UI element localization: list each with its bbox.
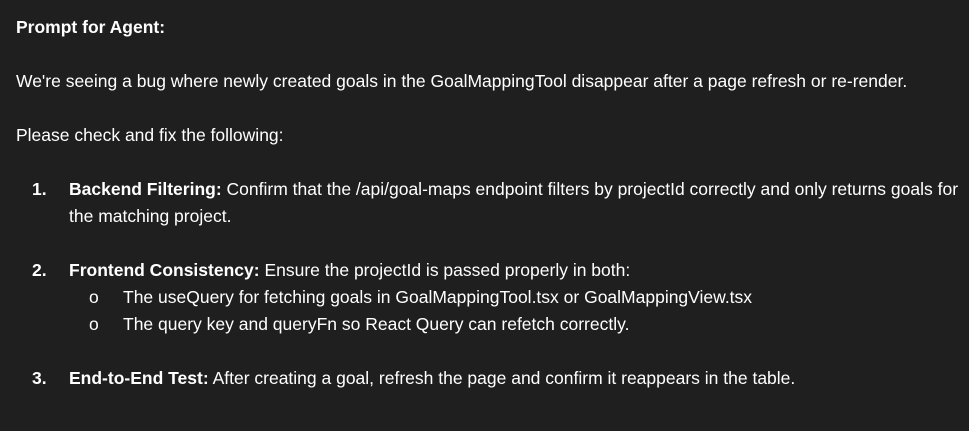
- sub-list-item: o The query key and queryFn so React Que…: [69, 311, 969, 338]
- step-item: 2. Frontend Consistency: Ensure the proj…: [16, 257, 969, 338]
- step-number: 2.: [32, 260, 47, 280]
- sub-list-item: o The useQuery for fetching goals in Goa…: [69, 284, 969, 311]
- sub-item-text: The useQuery for fetching goals in GoalM…: [123, 287, 753, 307]
- sub-item-text: The query key and queryFn so React Query…: [123, 314, 630, 334]
- steps-list: 1. Backend Filtering: Confirm that the /…: [16, 176, 969, 392]
- step-number: 3.: [32, 368, 47, 388]
- circle-bullet-icon: o: [89, 287, 99, 307]
- document-page: Prompt for Agent: We're seeing a bug whe…: [0, 0, 969, 431]
- step-item: 3. End-to-End Test: After creating a goa…: [16, 365, 969, 392]
- intro-paragraph: We're seeing a bug where newly created g…: [16, 71, 908, 91]
- step-title: Backend Filtering:: [69, 179, 222, 199]
- step-title: End-to-End Test:: [69, 368, 209, 388]
- step-text: After creating a goal, refresh the page …: [212, 368, 796, 388]
- step-item: 1. Backend Filtering: Confirm that the /…: [16, 176, 969, 230]
- step-title: Frontend Consistency:: [69, 260, 260, 280]
- sub-list: o The useQuery for fetching goals in Goa…: [69, 284, 969, 338]
- prompt-heading: Prompt for Agent:: [16, 17, 166, 37]
- step-number: 1.: [32, 179, 47, 199]
- instruction-line: Please check and fix the following:: [16, 125, 284, 145]
- step-text: Ensure the projectId is passed properly …: [264, 260, 631, 280]
- circle-bullet-icon: o: [89, 314, 99, 334]
